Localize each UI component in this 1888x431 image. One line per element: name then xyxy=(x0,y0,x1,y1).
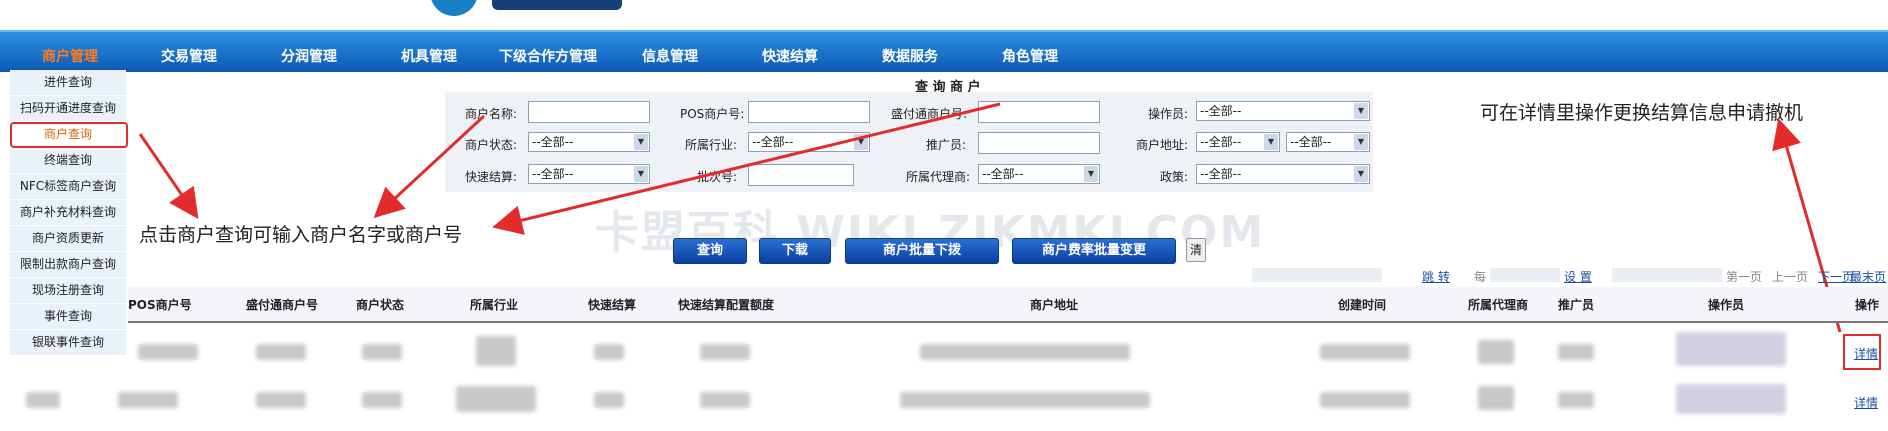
clear-button[interactable]: 清 xyxy=(1186,238,1206,262)
pager-blurred xyxy=(1252,268,1382,282)
highlight-box-detail xyxy=(1843,334,1881,370)
col-action: 操作 xyxy=(1855,298,1880,312)
row2-operator-blurred xyxy=(1676,384,1786,414)
col-quick-settle: 快速结算 xyxy=(588,298,637,312)
row1-created-blurred xyxy=(1320,344,1410,360)
row1-agent-blurred xyxy=(1478,340,1514,364)
pager-last[interactable]: 最末页 xyxy=(1850,268,1886,285)
row2-industry-blurred xyxy=(456,386,536,412)
pager-next[interactable]: 下一页 xyxy=(1818,268,1854,285)
arrow-to-annotation-from-sft xyxy=(492,102,1001,235)
arrow-to-left-annotation xyxy=(138,133,199,219)
arrow-to-annotation-from-name xyxy=(373,114,486,219)
row2-sft-blurred xyxy=(256,392,306,408)
row1-operator-blurred xyxy=(1676,332,1786,366)
row2-created-blurred xyxy=(1320,392,1410,408)
row2-address-blurred xyxy=(900,392,1150,408)
download-button[interactable]: 下载 xyxy=(759,238,831,264)
col-agent: 所属代理商 xyxy=(1468,298,1529,312)
pager-blurred-3 xyxy=(1612,268,1722,282)
pager-blurred-2 xyxy=(1490,268,1560,282)
col-quick-limit: 快速结算配置额度 xyxy=(678,298,775,312)
col-created: 创建时间 xyxy=(1338,298,1387,312)
row1-pos-blurred xyxy=(138,344,198,360)
query-button[interactable]: 查询 xyxy=(673,238,747,264)
col-industry: 所属行业 xyxy=(470,298,519,312)
pager-settings-link[interactable]: 设 置 xyxy=(1564,268,1592,285)
row1-sft-blurred xyxy=(256,344,306,360)
col-operator: 操作员 xyxy=(1708,298,1745,312)
annotation-arrows xyxy=(138,102,1842,333)
col-sft-no: 盛付通商户号 xyxy=(246,298,319,312)
pager-prev[interactable]: 上一页 xyxy=(1772,268,1808,285)
row2-limit-blurred xyxy=(700,392,750,408)
row1-address-blurred xyxy=(920,344,1130,360)
row2-settle-blurred xyxy=(594,392,624,408)
row1-promoter-blurred xyxy=(1558,344,1594,360)
row2-pos-blurred xyxy=(118,392,178,408)
row1-industry-blurred xyxy=(476,336,516,366)
row2-promoter-blurred xyxy=(1558,392,1594,408)
row1-status-blurred xyxy=(362,344,402,360)
batch-issue-button[interactable]: 商户批量下拨 xyxy=(845,238,999,264)
pager-first[interactable]: 第一页 xyxy=(1726,268,1762,285)
col-pos-no: POS商户号 xyxy=(128,298,192,312)
row2-agent-blurred xyxy=(1478,386,1514,410)
row2-detail-link[interactable]: 详情 xyxy=(1854,394,1878,411)
pager-jump-link[interactable]: 跳 转 xyxy=(1422,268,1450,285)
row1-limit-blurred xyxy=(700,344,750,360)
pager-per-page: 每 xyxy=(1474,270,1487,284)
col-status: 商户状态 xyxy=(356,298,405,312)
col-address: 商户地址 xyxy=(1030,298,1079,312)
row1-settle-blurred xyxy=(594,344,624,360)
row2-status-blurred xyxy=(362,392,402,408)
batch-rate-button[interactable]: 商户费率批量变更 xyxy=(1012,238,1176,264)
col-promoter: 推广员 xyxy=(1558,298,1595,312)
row2-index-blurred xyxy=(26,392,60,408)
